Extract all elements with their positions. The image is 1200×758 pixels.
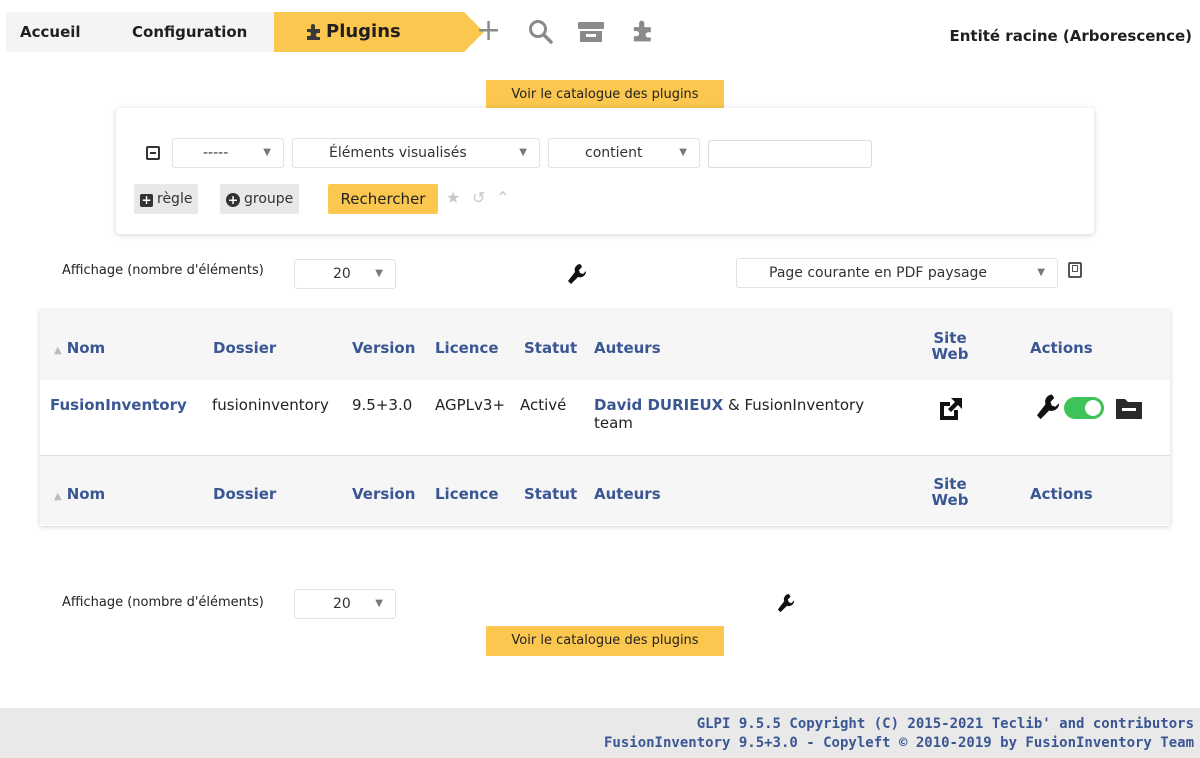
plugin-status: Activé	[520, 396, 567, 414]
display-count-select[interactable]: 20 ▼	[294, 259, 396, 289]
item-select[interactable]: Éléments visualisés ▼	[292, 138, 540, 168]
display-count-select[interactable]: 20 ▼	[294, 589, 396, 619]
export-format-select[interactable]: Page courante en PDF paysage ▼	[736, 258, 1058, 288]
breadcrumb-configuration-label: Configuration	[132, 23, 248, 41]
plugin-version: 9.5+3.0	[352, 396, 413, 414]
column-dossier[interactable]: Dossier	[213, 485, 276, 503]
column-actions: Actions	[1030, 485, 1093, 503]
operator-select[interactable]: contient ▼	[548, 138, 700, 168]
plugin-authors: David DURIEUX & FusionInventory team	[594, 396, 904, 432]
folder-icon[interactable]	[1114, 395, 1144, 421]
chevron-down-icon: ▼	[263, 147, 271, 158]
item-select-value: Éléments visualisés	[329, 145, 467, 161]
sort-icon: ▲	[54, 345, 62, 356]
breadcrumb-home[interactable]: Accueil	[6, 12, 138, 52]
chevron-down-icon: ▼	[519, 147, 527, 158]
add-icon[interactable]: +	[476, 16, 501, 46]
collapse-icon[interactable]: ⌃	[496, 188, 509, 207]
wrench-icon[interactable]	[776, 592, 796, 616]
column-nom-label: Nom	[66, 485, 106, 503]
external-link-icon[interactable]	[936, 394, 966, 424]
column-auteurs[interactable]: Auteurs	[594, 485, 661, 503]
chevron-down-icon: ▼	[375, 598, 383, 609]
column-site-web[interactable]: Site Web	[920, 330, 980, 362]
save-icon[interactable]	[1068, 262, 1082, 278]
remove-criterion-icon[interactable]	[146, 146, 160, 160]
breadcrumb-plugins[interactable]: Plugins	[274, 12, 484, 52]
toggle-enabled-switch[interactable]	[1064, 397, 1104, 419]
wrench-icon[interactable]	[1034, 392, 1062, 424]
column-site-web[interactable]: Site Web	[920, 476, 980, 508]
column-statut[interactable]: Statut	[524, 485, 577, 503]
search-value-input[interactable]	[708, 140, 872, 168]
plus-square-icon: +	[140, 193, 153, 207]
breadcrumb-configuration[interactable]: Configuration	[114, 12, 304, 52]
search-button[interactable]: Rechercher	[328, 184, 438, 214]
puzzle-icon	[307, 24, 320, 40]
column-actions: Actions	[1030, 339, 1093, 357]
field-select[interactable]: ----- ▼	[172, 138, 284, 168]
column-licence[interactable]: Licence	[435, 485, 499, 503]
display-count-value: 20	[333, 596, 351, 612]
export-format-value: Page courante en PDF paysage	[769, 265, 988, 281]
footer-copyright-glpi[interactable]: GLPI 9.5.5 Copyright (C) 2015-2021 Tecli…	[697, 716, 1194, 732]
store-icon[interactable]	[576, 20, 606, 44]
catalog-button[interactable]: Voir le catalogue des plugins	[486, 80, 724, 110]
add-rule-button[interactable]: + règle	[134, 184, 199, 214]
plus-circle-icon: +	[226, 193, 240, 207]
add-rule-label: règle	[157, 191, 193, 207]
wrench-icon[interactable]	[566, 262, 588, 288]
breadcrumb: Accueil Configuration Plugins + Entité r…	[0, 0, 1200, 62]
search-criteria-panel: ----- ▼ Éléments visualisés ▼ contient ▼…	[116, 108, 1094, 234]
add-group-label: groupe	[244, 191, 294, 207]
plugins-table: ▲ Nom Dossier Version Licence Statut Aute…	[40, 310, 1170, 526]
display-count-value: 20	[333, 266, 351, 282]
chevron-down-icon: ▼	[679, 147, 687, 158]
field-select-value: -----	[203, 145, 229, 161]
reset-icon[interactable]: ↺	[472, 188, 485, 207]
breadcrumb-home-label: Accueil	[20, 23, 81, 41]
search-icon[interactable]	[528, 19, 554, 45]
column-statut[interactable]: Statut	[524, 339, 577, 357]
table-footer-header: ▲ Nom Dossier Version Licence Statut Aute…	[40, 455, 1170, 525]
table-row: FusionInventory fusioninventory 9.5+3.0 …	[40, 380, 1170, 455]
star-icon[interactable]: ★	[446, 188, 460, 207]
entity-selector[interactable]: Entité racine (Arborescence)	[950, 27, 1193, 45]
display-count-label: Affichage (nombre d'éléments)	[62, 263, 264, 278]
column-auteurs[interactable]: Auteurs	[594, 339, 661, 357]
column-version[interactable]: Version	[352, 485, 415, 503]
table-header: ▲ Nom Dossier Version Licence Statut Aute…	[40, 310, 1170, 380]
breadcrumb-plugins-label: Plugins	[326, 21, 401, 42]
column-licence[interactable]: Licence	[435, 339, 499, 357]
author-link[interactable]: David DURIEUX	[594, 396, 723, 414]
operator-select-value: contient	[585, 145, 643, 161]
column-nom[interactable]: ▲ Nom	[54, 485, 105, 503]
column-nom[interactable]: ▲ Nom	[54, 339, 105, 357]
display-count-label: Affichage (nombre d'éléments)	[62, 595, 264, 610]
chevron-down-icon: ▼	[375, 268, 383, 279]
chevron-down-icon: ▼	[1037, 267, 1045, 278]
catalog-button[interactable]: Voir le catalogue des plugins	[486, 626, 724, 656]
plugin-folder: fusioninventory	[212, 396, 329, 414]
column-version[interactable]: Version	[352, 339, 415, 357]
column-nom-label: Nom	[66, 339, 106, 357]
page-footer: GLPI 9.5.5 Copyright (C) 2015-2021 Tecli…	[0, 708, 1200, 758]
footer-copyright-fusioninventory[interactable]: FusionInventory 9.5+3.0 - Copyleft © 201…	[604, 735, 1194, 751]
plugin-licence: AGPLv3+	[435, 396, 506, 414]
plugin-name-link[interactable]: FusionInventory	[50, 396, 187, 414]
toggle-knob	[1085, 400, 1101, 416]
puzzle-icon[interactable]	[630, 18, 656, 44]
column-dossier[interactable]: Dossier	[213, 339, 276, 357]
sort-icon: ▲	[54, 491, 62, 502]
add-group-button[interactable]: + groupe	[220, 184, 300, 214]
